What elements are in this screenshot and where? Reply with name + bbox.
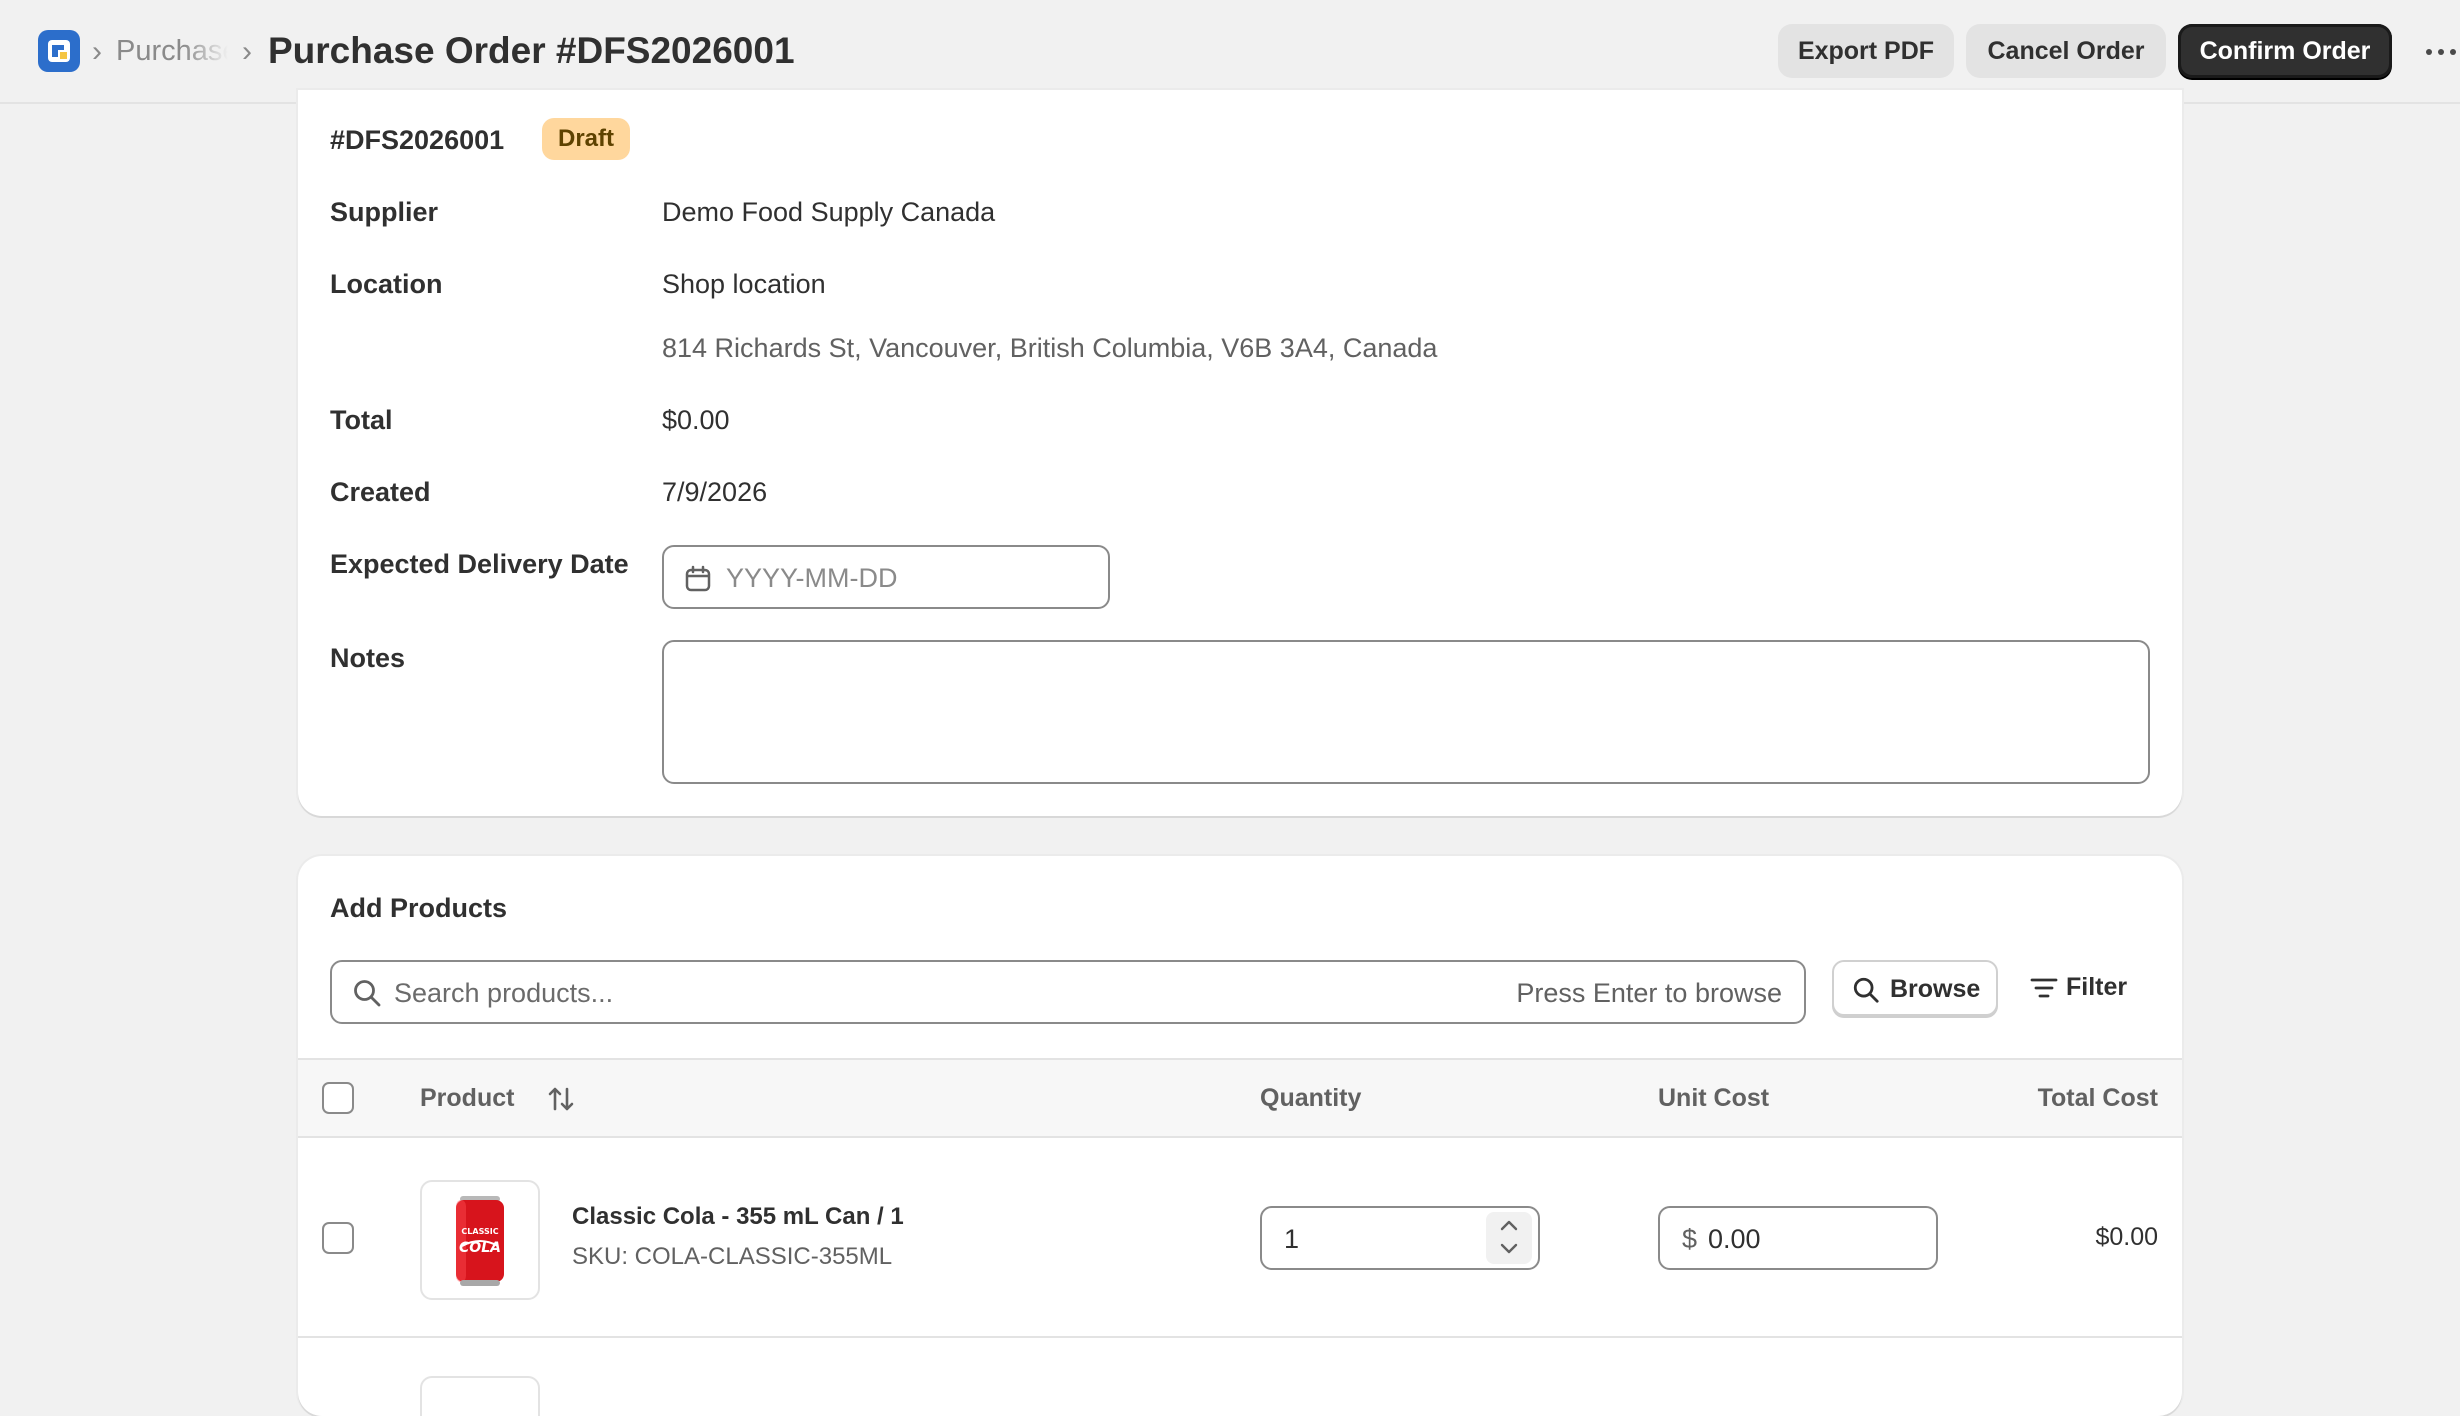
svg-text:COLA: COLA (459, 1240, 501, 1256)
breadcrumb-chevron-icon: › (242, 35, 252, 68)
chevron-up-icon[interactable] (1499, 1218, 1519, 1232)
column-header-quantity: Quantity (1260, 1084, 1362, 1112)
product-sku: SKU: COLA-CLASSIC-355ML (572, 1243, 893, 1270)
product-search-input[interactable]: Search products... Press Enter to browse (330, 960, 1806, 1024)
search-icon (354, 980, 381, 1007)
select-all-checkbox[interactable] (322, 1082, 354, 1114)
delivery-date-placeholder: YYYY-MM-DD (726, 563, 898, 593)
notes-label: Notes (330, 643, 406, 673)
created-label: Created (330, 477, 431, 507)
confirm-order-button[interactable]: Confirm Order (2178, 24, 2392, 78)
table-row: CLASSIC COLA Classic Cola - 355 mL Can /… (298, 1138, 2182, 1338)
top-bar: › Purchase Orders › Purchase Order #DFS2… (0, 0, 2460, 104)
app-logo-icon[interactable] (38, 30, 80, 72)
products-table-header: Product Quantity Unit Cost Total Cost (298, 1058, 2182, 1138)
add-products-title: Add Products (330, 893, 508, 923)
svg-text:CLASSIC: CLASSIC (461, 1227, 498, 1236)
location-name: Shop location (662, 269, 826, 299)
calendar-icon (685, 565, 711, 592)
total-label: Total (330, 405, 393, 435)
search-hint: Press Enter to browse (1516, 978, 1782, 1008)
supplier-label: Supplier (330, 197, 439, 227)
column-header-product: Product (420, 1084, 515, 1112)
search-placeholder: Search products... (394, 978, 614, 1008)
delivery-date-input[interactable]: YYYY-MM-DD (662, 545, 1110, 609)
search-icon (1853, 977, 1879, 1003)
quantity-value: 1 (1284, 1224, 1300, 1254)
total-value: $0.00 (662, 405, 730, 435)
order-number: #DFS2026001 (330, 125, 505, 155)
cancel-order-button[interactable]: Cancel Order (1966, 24, 2166, 78)
more-actions-icon[interactable] (2426, 34, 2460, 70)
sort-icon[interactable] (546, 1084, 576, 1114)
column-header-total-cost: Total Cost (2037, 1084, 2158, 1112)
cola-can-image: CLASSIC COLA (456, 1196, 504, 1286)
unit-cost-value: 0.00 (1708, 1224, 1761, 1254)
notes-textarea[interactable] (662, 640, 2150, 784)
location-address: 814 Richards St, Vancouver, British Colu… (662, 333, 1438, 363)
product-name: Classic Cola - 355 mL Can / 1 (572, 1203, 904, 1230)
browse-button[interactable]: Browse (1832, 960, 1998, 1016)
row-total-cost: $0.00 (2095, 1223, 2158, 1251)
status-badge: Draft (542, 118, 631, 160)
browse-label: Browse (1890, 975, 1981, 1003)
delivery-date-label: Expected Delivery Date (330, 549, 629, 579)
filter-icon (2030, 978, 2058, 998)
page-title: Purchase Order #DFS2026001 (268, 30, 795, 71)
product-thumbnail (420, 1376, 540, 1416)
column-header-unit-cost: Unit Cost (1658, 1084, 1770, 1112)
quantity-spinner[interactable] (1486, 1212, 1532, 1264)
created-value: 7/9/2026 (662, 477, 768, 507)
breadcrumb-chevron-icon: › (92, 35, 102, 68)
supplier-value: Demo Food Supply Canada (662, 197, 996, 227)
product-thumbnail: CLASSIC COLA (420, 1180, 540, 1300)
filter-button[interactable]: Filter (2030, 960, 2150, 1016)
row-checkbox[interactable] (322, 1222, 354, 1254)
location-label: Location (330, 269, 443, 299)
breadcrumb-parent-link[interactable]: Purchase Orders (116, 31, 228, 71)
currency-prefix: $ (1682, 1224, 1698, 1254)
add-products-card: Add Products Search products... Press En… (298, 856, 2182, 1416)
export-pdf-button[interactable]: Export PDF (1778, 24, 1954, 78)
filter-label: Filter (2066, 973, 2128, 1001)
chevron-down-icon[interactable] (1499, 1242, 1519, 1256)
order-details-card: #DFS2026001 Draft Supplier Demo Food Sup… (298, 90, 2182, 816)
quantity-stepper[interactable]: 1 (1260, 1206, 1540, 1270)
unit-cost-input[interactable]: $ 0.00 (1658, 1206, 1938, 1270)
